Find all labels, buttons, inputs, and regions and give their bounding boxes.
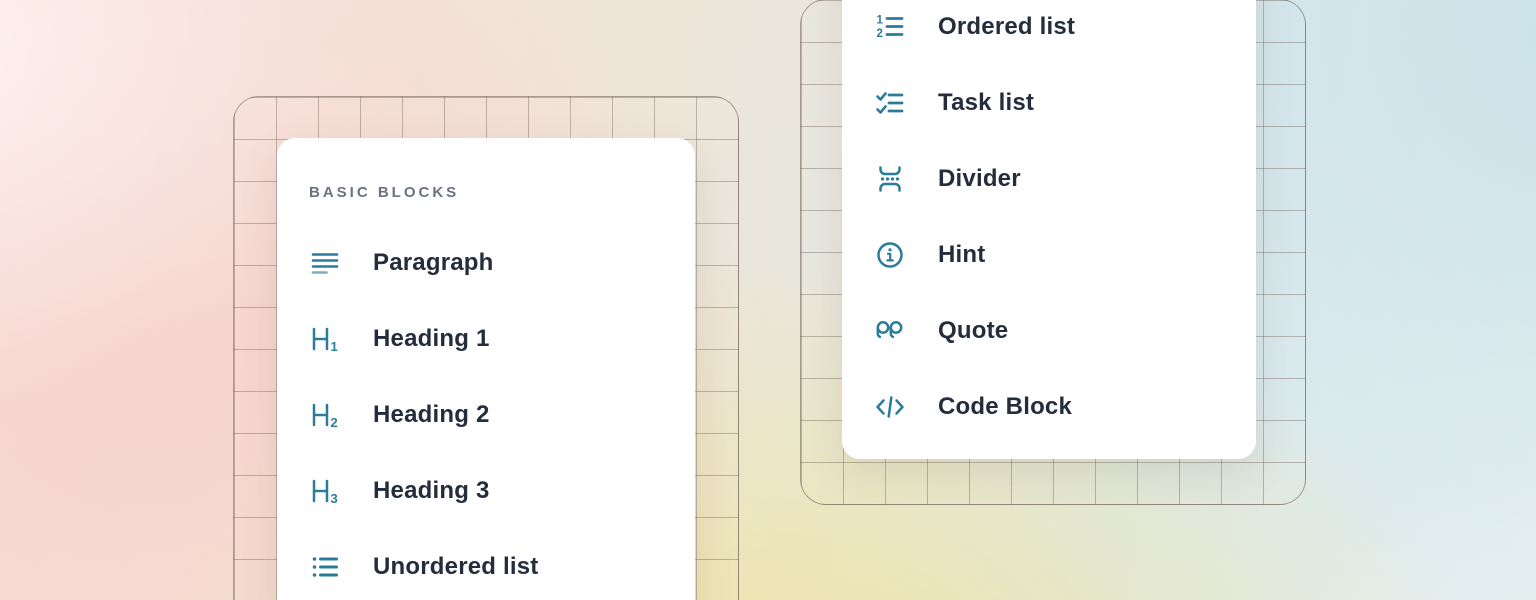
section-label-basic-blocks: BASIC BLOCKS	[309, 174, 695, 212]
menu-item-unordered-list[interactable]: Unordered list	[277, 529, 695, 600]
ordered-list-icon: 12	[874, 11, 906, 43]
paragraph-icon	[309, 247, 341, 279]
menu-item-quote[interactable]: Quote	[842, 293, 1256, 369]
heading-2-icon: 2	[309, 399, 341, 431]
quote-icon	[874, 315, 906, 347]
menu-item-task-list[interactable]: Task list	[842, 65, 1256, 141]
menu-item-paragraph[interactable]: Paragraph	[277, 225, 695, 301]
menu-item-heading-2[interactable]: 2 Heading 2	[277, 377, 695, 453]
menu-item-heading-3[interactable]: 3 Heading 3	[277, 453, 695, 529]
block-picker-hero: BASIC BLOCKS Paragraph 1 Heading 1 2 Hea…	[0, 0, 1536, 600]
divider-icon	[874, 163, 906, 195]
menu-item-list: 12 Ordered list Task list Divider Hint Q…	[842, 0, 1256, 445]
menu-item-list: Paragraph 1 Heading 1 2 Heading 2 3 Head…	[277, 225, 695, 600]
svg-text:1: 1	[331, 339, 338, 354]
menu-item-code-block[interactable]: Code Block	[842, 369, 1256, 445]
hint-icon	[874, 239, 906, 271]
svg-text:3: 3	[331, 491, 338, 506]
task-list-icon	[874, 87, 906, 119]
menu-item-hint[interactable]: Hint	[842, 217, 1256, 293]
svg-text:2: 2	[331, 415, 338, 430]
code-block-icon	[874, 391, 906, 423]
menu-item-ordered-list[interactable]: 12 Ordered list	[842, 0, 1256, 65]
blocks-menu-card-continued: 12 Ordered list Task list Divider Hint Q…	[842, 0, 1256, 459]
heading-3-icon: 3	[309, 475, 341, 507]
heading-1-icon: 1	[309, 323, 341, 355]
svg-text:2: 2	[877, 28, 883, 40]
unordered-list-icon	[309, 551, 341, 583]
menu-item-heading-1[interactable]: 1 Heading 1	[277, 301, 695, 377]
basic-blocks-menu-card: BASIC BLOCKS Paragraph 1 Heading 1 2 Hea…	[277, 138, 695, 600]
svg-text:1: 1	[877, 15, 884, 27]
menu-item-divider[interactable]: Divider	[842, 141, 1256, 217]
